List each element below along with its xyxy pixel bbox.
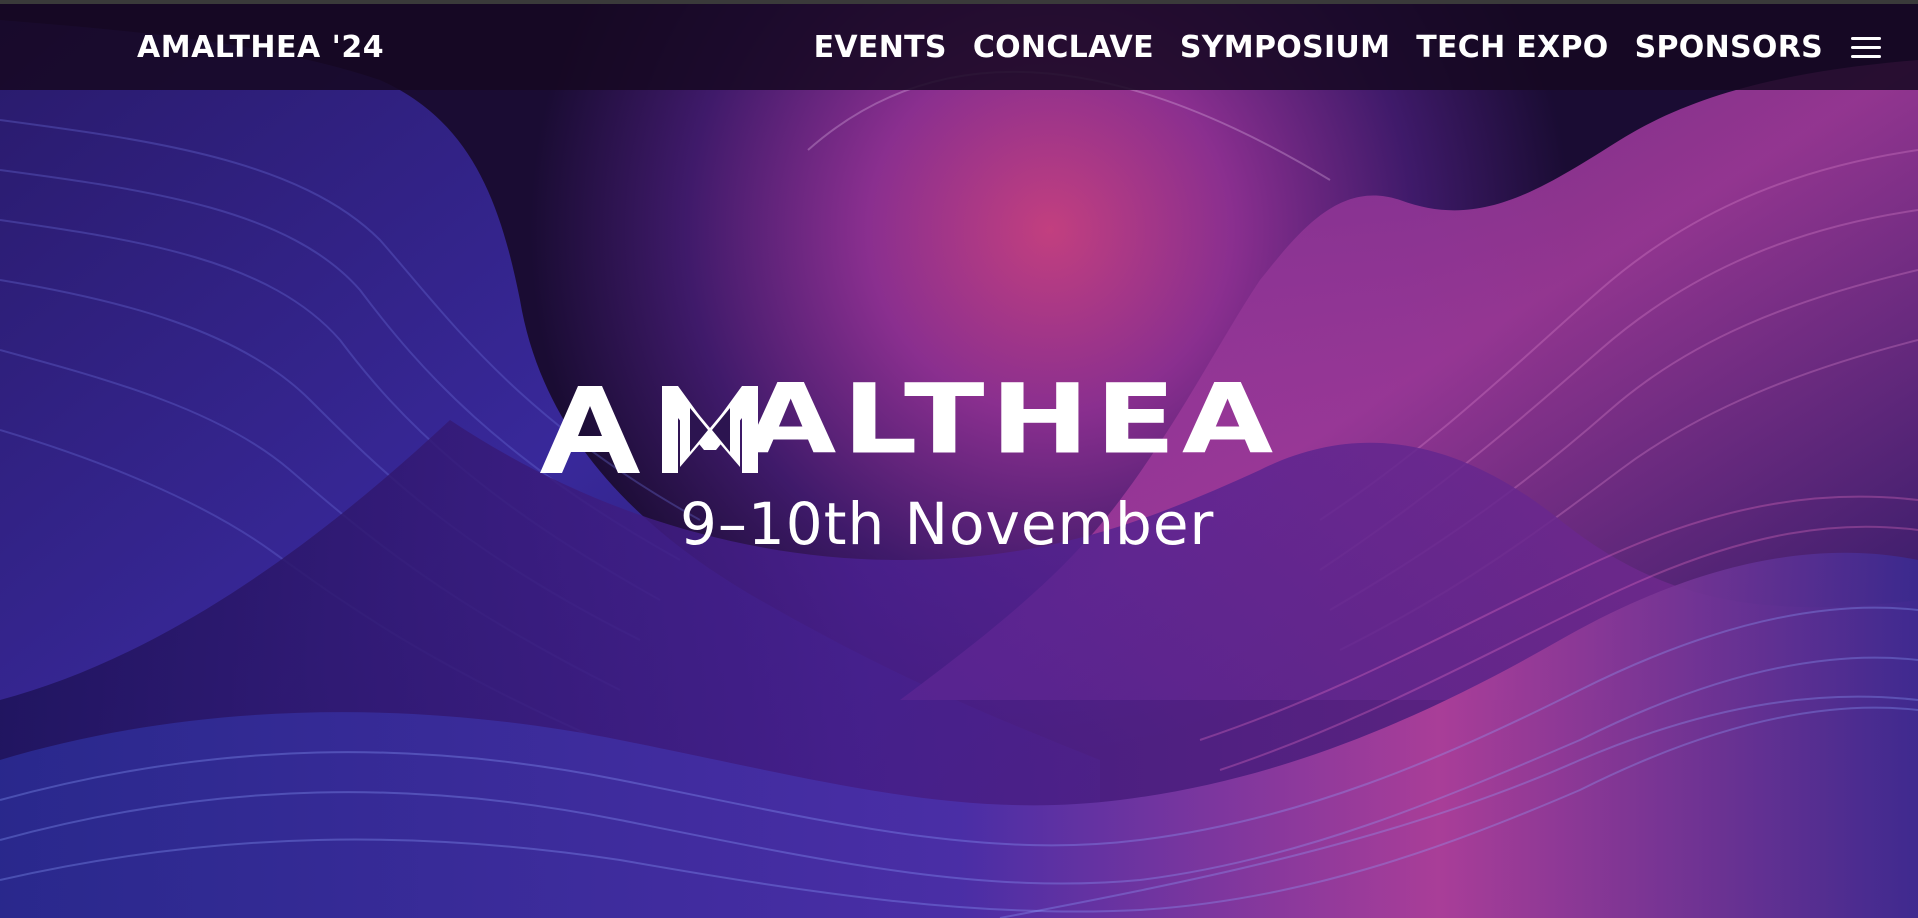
hero-date: 9–10th November bbox=[680, 490, 1215, 558]
main-nav: EVENTS CONCLAVE SYMPOSIUM TECH EXPO SPON… bbox=[814, 30, 1823, 66]
nav-link-tech-expo[interactable]: TECH EXPO bbox=[1416, 30, 1608, 66]
top-navigation-bar: AMALTHEA '24 EVENTS CONCLAVE SYMPOSIUM T… bbox=[0, 0, 1918, 90]
site-brand-link[interactable]: AMALTHEA '24 bbox=[137, 30, 384, 66]
page: AMALTHEA '24 EVENTS CONCLAVE SYMPOSIUM T… bbox=[0, 0, 1918, 918]
nav-link-conclave[interactable]: CONCLAVE bbox=[973, 30, 1154, 66]
hero-logo-text: ALTHEA bbox=[745, 371, 1405, 468]
hero-logo: ALTHEA bbox=[540, 371, 1405, 478]
nav-link-symposium[interactable]: SYMPOSIUM bbox=[1180, 30, 1390, 66]
nav-link-sponsors[interactable]: SPONSORS bbox=[1635, 30, 1823, 66]
hero-logo-letters: ALTHEA bbox=[745, 362, 1280, 476]
hamburger-menu-icon[interactable] bbox=[1851, 37, 1881, 59]
nav-link-events[interactable]: EVENTS bbox=[814, 30, 947, 66]
